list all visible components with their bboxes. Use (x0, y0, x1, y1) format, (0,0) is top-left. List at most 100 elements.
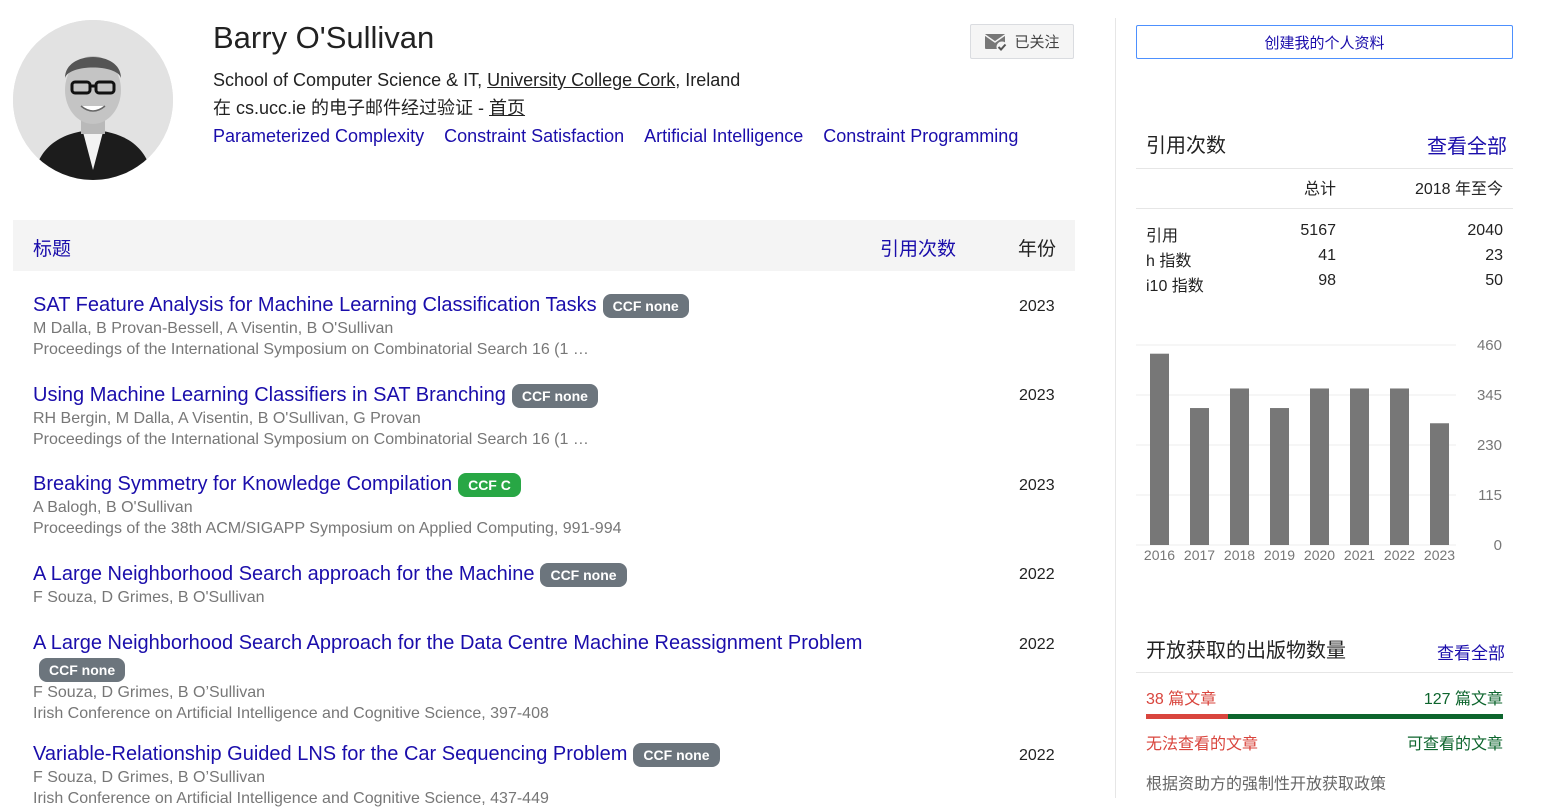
cited-by-heading: 引用次数 (1146, 135, 1226, 157)
open-access-view-all[interactable]: 查看全部 (1437, 639, 1505, 664)
citation-bar-2020[interactable] (1310, 388, 1329, 545)
publication-authors: M Dalla, B Provan-Bessell, A Visentin, B… (33, 320, 394, 337)
citation-bar-2018[interactable] (1230, 388, 1249, 545)
row-since: 23 (1485, 247, 1503, 264)
publication-authors: F Souza, D Grimes, B O'Sullivan (33, 589, 265, 606)
ccf-badge: CCF none (39, 657, 126, 682)
publication-year: 2022 (1019, 566, 1055, 583)
citation-bar-2021[interactable] (1350, 388, 1369, 545)
publication-year: 2022 (1019, 747, 1055, 764)
publication-year: 2022 (1019, 636, 1055, 653)
i10-index-row: i10 指数 98 50 (1136, 272, 1513, 297)
publication-title[interactable]: Variable-Relationship Guided LNS for the… (33, 743, 627, 765)
interest-link[interactable]: Constraint Satisfaction (444, 126, 624, 146)
publication-row: Variable-Relationship Guided LNS for the… (33, 741, 1075, 809)
column-divider (1115, 18, 1116, 798)
publication-row: SAT Feature Analysis for Machine Learnin… (33, 292, 1075, 360)
y-tick-label: 0 (1494, 537, 1502, 554)
publication-authors: A Balogh, B O'Sullivan (33, 499, 193, 516)
cited-by-view-all[interactable]: 查看全部 (1427, 130, 1507, 159)
oa-available-bar (1228, 714, 1503, 719)
publication-title[interactable]: Breaking Symmetry for Knowledge Compilat… (33, 473, 452, 495)
row-label: h 指数 (1146, 253, 1192, 270)
citation-bar-2019[interactable] (1270, 408, 1289, 545)
x-tick-label: 2022 (1384, 547, 1415, 563)
publication-row: A Large Neighborhood Search approach for… (33, 561, 1075, 608)
interest-link[interactable]: Artificial Intelligence (644, 126, 803, 146)
y-tick-label: 230 (1477, 437, 1502, 454)
oa-available-label: 可查看的文章 (1406, 736, 1503, 753)
cited-heading-divider (1136, 168, 1513, 169)
x-tick-label: 2023 (1424, 547, 1455, 563)
citations-row: 引用 5167 2040 (1136, 222, 1513, 247)
citation-bar-2017[interactable] (1190, 408, 1209, 545)
y-tick-label: 460 (1477, 337, 1502, 354)
interest-link[interactable]: Parameterized Complexity (213, 126, 424, 146)
research-interests: Parameterized Complexity Constraint Satis… (213, 126, 1038, 147)
publication-venue: Proceedings of the 38th ACM/SIGAPP Sympo… (33, 520, 622, 537)
publication-year: 2023 (1019, 477, 1055, 494)
oa-unavailable-label: 无法查看的文章 (1146, 736, 1259, 753)
affiliation-link[interactable]: University College Cork (487, 70, 675, 90)
profile-affiliation: School of Computer Science & IT, Univers… (213, 70, 740, 91)
affiliation-prefix: School of Computer Science & IT, (213, 70, 488, 90)
x-tick-label: 2017 (1184, 547, 1215, 563)
publication-authors: F Souza, D Grimes, B O’Sullivan (33, 684, 266, 701)
publication-year: 2023 (1019, 387, 1055, 404)
interest-link[interactable]: Constraint Programming (823, 126, 1018, 146)
publication-title[interactable]: A Large Neighborhood Search approach for… (33, 563, 534, 585)
affiliation-suffix: , Ireland (675, 70, 741, 90)
verified-text: 在 cs.ucc.ie 的电子邮件经过验证 - (213, 98, 490, 118)
publication-venue: Proceedings of the International Symposi… (33, 341, 589, 358)
ccf-badge: CCF none (540, 562, 627, 587)
ccf-badge: CCF none (511, 383, 598, 408)
y-tick-label: 345 (1477, 387, 1502, 404)
publication-venue: Irish Conference on Artificial Intellige… (33, 790, 549, 807)
citation-stats-table: 总计 2018 年至今 引用 5167 2040 h 指数 41 23 i10 … (1136, 175, 1513, 297)
publications-table-header: 标题 引用次数 年份 (13, 220, 1075, 271)
ccf-badge: CCF none (602, 293, 689, 318)
follow-button[interactable]: 已关注 (970, 24, 1074, 59)
citation-bar-2023[interactable] (1430, 423, 1449, 545)
homepage-link[interactable]: 首页 (489, 98, 525, 118)
citation-bar-2016[interactable] (1150, 353, 1169, 545)
sort-by-year[interactable]: 年份 (1018, 234, 1056, 261)
row-label: i10 指数 (1146, 278, 1204, 295)
h-index-row: h 指数 41 23 (1136, 247, 1513, 272)
row-since: 50 (1485, 272, 1503, 289)
verified-email: 在 cs.ucc.ie 的电子邮件经过验证 - 首页 (213, 94, 525, 120)
publication-title[interactable]: SAT Feature Analysis for Machine Learnin… (33, 294, 597, 316)
oa-mandate-text: 根据资助方的强制性开放获取政策 (1146, 776, 1387, 793)
follow-label: 已关注 (1014, 34, 1060, 51)
publication-row: A Large Neighborhood Search Approach for… (33, 630, 1075, 724)
publication-venue: Proceedings of the International Symposi… (33, 431, 589, 448)
publication-title[interactable]: A Large Neighborhood Search Approach for… (33, 632, 862, 654)
publication-year: 2023 (1019, 298, 1055, 315)
x-tick-label: 2016 (1144, 547, 1175, 563)
sort-by-cited[interactable]: 引用次数 (880, 234, 956, 261)
publication-row: Using Machine Learning Classifiers in SA… (33, 382, 1075, 450)
x-tick-label: 2020 (1304, 547, 1335, 563)
profile-name: Barry O'Sullivan (213, 20, 435, 55)
citations-per-year-chart: 0 115 230 345 460 2016 2017 2018 2019 2020 2021 202… (1136, 337, 1502, 563)
row-total: 41 (1318, 247, 1336, 264)
publication-title[interactable]: Using Machine Learning Classifiers in SA… (33, 384, 506, 406)
citation-bar-2022[interactable] (1390, 388, 1409, 545)
oa-available-count[interactable]: 127 篇文章 (1424, 685, 1503, 709)
x-tick-label: 2018 (1224, 547, 1255, 563)
oa-unavailable-bar (1146, 714, 1228, 719)
create-profile-button[interactable]: 创建我的个人资料 (1136, 25, 1513, 59)
sort-by-title[interactable]: 标题 (33, 234, 71, 261)
x-tick-label: 2021 (1344, 547, 1375, 563)
follow-check-icon (985, 33, 1008, 52)
profile-photo (13, 20, 173, 180)
y-tick-label: 115 (1478, 487, 1502, 504)
col-since-header: 2018 年至今 (1414, 181, 1503, 198)
publication-authors: RH Bergin, M Dalla, A Visentin, B O'Sull… (33, 410, 421, 427)
publication-authors: F Souza, D Grimes, B O’Sullivan (33, 769, 266, 786)
ccf-badge: CCF C (458, 472, 521, 497)
publication-row: Breaking Symmetry for Knowledge Compilat… (33, 471, 1075, 539)
publication-venue: Irish Conference on Artificial Intellige… (33, 705, 549, 722)
col-total-header: 总计 (1303, 181, 1336, 198)
oa-unavailable-count[interactable]: 38 篇文章 (1146, 685, 1216, 709)
